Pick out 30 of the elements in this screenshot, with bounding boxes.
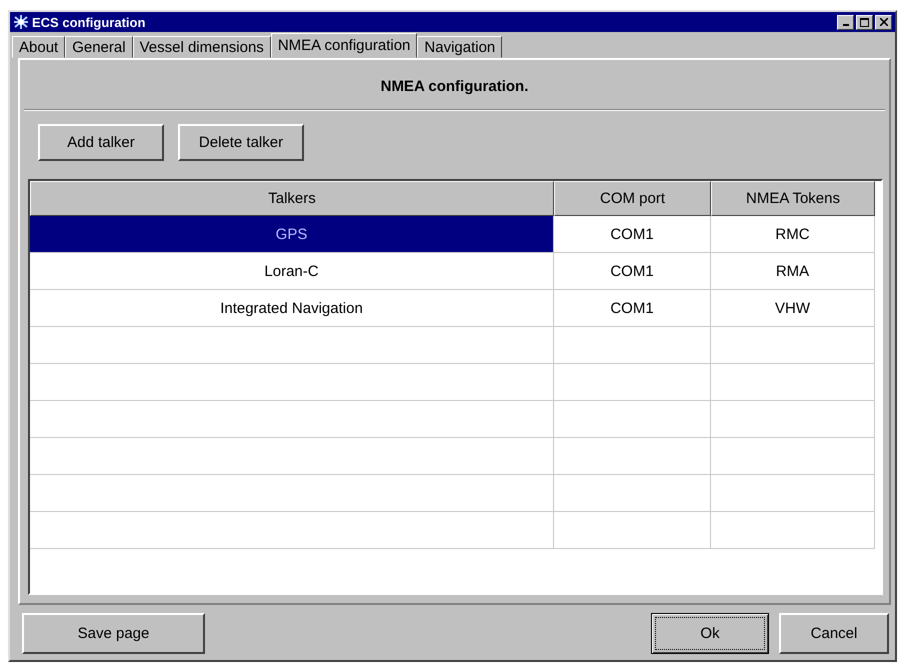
- table-cell[interactable]: COM1: [554, 253, 711, 289]
- table-cell[interactable]: RMA: [711, 253, 875, 289]
- close-icon: [880, 18, 888, 26]
- section-heading: NMEA configuration.: [24, 64, 885, 110]
- tab[interactable]: About: [12, 36, 66, 58]
- column-header[interactable]: COM port: [554, 181, 711, 216]
- maximize-icon: [860, 18, 869, 26]
- table-cell[interactable]: Integrated Navigation: [30, 290, 554, 326]
- table-cell[interactable]: COM1: [554, 216, 711, 252]
- toolbar-button[interactable]: Delete talker: [178, 124, 304, 161]
- window-title: ECS configuration: [32, 14, 146, 30]
- footer-button[interactable]: Save page: [22, 613, 205, 654]
- table-cell[interactable]: COM1: [554, 290, 711, 326]
- tab[interactable]: Navigation: [417, 36, 502, 58]
- table-cell[interactable]: Loran-C: [30, 253, 554, 289]
- tab[interactable]: Vessel dimensions: [132, 36, 271, 58]
- app-icon: [13, 14, 29, 30]
- maximize-button[interactable]: [856, 14, 873, 30]
- table-cell[interactable]: GPS: [30, 216, 554, 252]
- minimize-button[interactable]: [837, 14, 854, 30]
- tab[interactable]: NMEA configuration: [270, 33, 418, 58]
- footer-button[interactable]: Cancel: [779, 613, 889, 654]
- column-header[interactable]: Talkers: [30, 181, 554, 216]
- column-header[interactable]: NMEA Tokens: [711, 181, 875, 216]
- toolbar-button[interactable]: Add talker: [38, 124, 164, 161]
- close-button[interactable]: [875, 14, 892, 30]
- footer-button[interactable]: Ok: [651, 613, 769, 654]
- tab[interactable]: General: [65, 36, 133, 58]
- table-cell[interactable]: RMC: [711, 216, 875, 252]
- table-cell[interactable]: VHW: [711, 290, 875, 326]
